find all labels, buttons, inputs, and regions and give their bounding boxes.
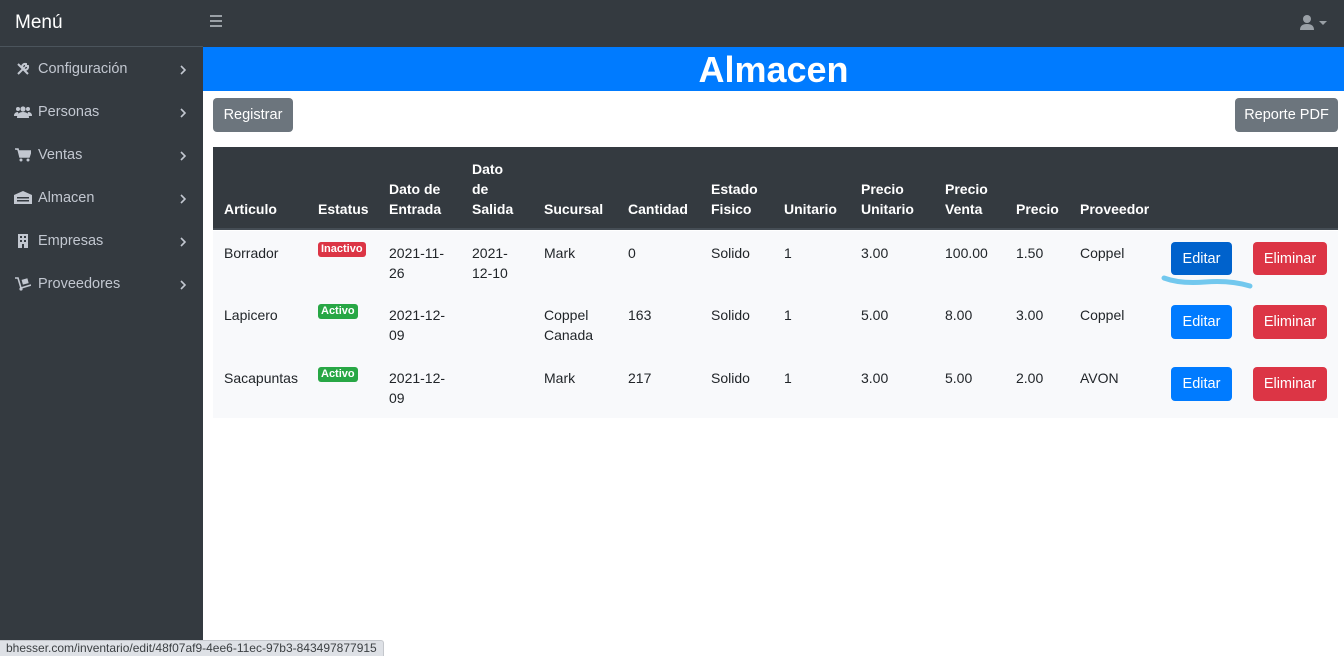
- cell-cantidad: 0: [628, 245, 636, 261]
- sidebar: Configuración Personas Ventas Almacen Em…: [0, 47, 203, 656]
- cell-unitario: 1: [784, 370, 792, 386]
- building-icon: [14, 233, 32, 248]
- column-header: Unitario: [784, 201, 837, 217]
- brand-title: Menú: [0, 0, 203, 47]
- cell-sucursal: Mark: [544, 245, 576, 261]
- table-header: Articulo Estatus Dato de Entrada Dato de…: [213, 147, 1338, 230]
- chevron-right-icon: [180, 105, 187, 121]
- column-header: Estatus: [318, 201, 369, 217]
- column-header: Proveedor: [1080, 201, 1150, 217]
- chevron-right-icon: [180, 62, 187, 78]
- chevron-right-icon: [180, 234, 187, 250]
- sidebar-item-personas[interactable]: Personas: [0, 90, 203, 133]
- cart-icon: [14, 147, 32, 162]
- cell-proveedor: Coppel: [1080, 307, 1125, 323]
- edit-button[interactable]: Editar: [1171, 367, 1232, 401]
- cell-cantidad: 217: [628, 370, 652, 386]
- highlight-stroke: [1161, 275, 1253, 289]
- hamburger-menu-icon[interactable]: [210, 15, 222, 29]
- caret-down-icon: [1319, 21, 1327, 25]
- cell-precio: 3.00: [1016, 307, 1044, 323]
- sidebar-item-ventas[interactable]: Ventas: [0, 133, 203, 176]
- sidebar-item-almacen[interactable]: Almacen: [0, 176, 203, 219]
- cell-precio: 1.50: [1016, 245, 1044, 261]
- cell-entrada: 2021-11-26: [389, 245, 445, 281]
- report-pdf-button[interactable]: Reporte PDF: [1235, 98, 1338, 132]
- cell-proveedor: AVON: [1080, 370, 1119, 386]
- chevron-right-icon: [180, 148, 187, 164]
- table-row: Lapicero Activo 2021-12-09 Coppel Canada…: [213, 294, 1338, 356]
- column-header: Articulo: [224, 201, 277, 217]
- page-title: Almacen: [203, 47, 1344, 91]
- table-row: Sacapuntas Activo 2021-12-09 Mark 217 So…: [213, 356, 1338, 418]
- sidebar-item-empresas[interactable]: Empresas: [0, 219, 203, 262]
- column-header: Dato de Entrada: [389, 181, 442, 217]
- cell-articulo: Borrador: [224, 245, 279, 261]
- cell-proveedor: Coppel: [1080, 245, 1125, 261]
- chevron-right-icon: [180, 191, 187, 207]
- delete-button[interactable]: Eliminar: [1253, 305, 1327, 339]
- sidebar-item-label: Empresas: [38, 232, 104, 249]
- cell-precio-venta: 100.00: [945, 245, 988, 261]
- cell-articulo: Lapicero: [224, 307, 278, 323]
- cell-precio-unitario: 5.00: [861, 307, 889, 323]
- edit-button[interactable]: Editar: [1171, 305, 1232, 339]
- cell-estado: Solido: [711, 370, 750, 386]
- sidebar-item-label: Proveedores: [38, 275, 121, 292]
- column-header: Precio: [1016, 201, 1059, 217]
- sidebar-item-label: Configuración: [38, 60, 128, 77]
- user-menu[interactable]: [1300, 14, 1330, 32]
- cell-precio-venta: 5.00: [945, 370, 973, 386]
- cell-cantidad: 163: [628, 307, 652, 323]
- warehouse-icon: [14, 191, 32, 205]
- cell-salida: 2021-12-10: [472, 245, 508, 281]
- cell-sucursal: Mark: [544, 370, 576, 386]
- column-header: Sucursal: [544, 201, 604, 217]
- cell-precio-unitario: 3.00: [861, 245, 889, 261]
- status-badge: Activo: [318, 304, 358, 319]
- chevron-right-icon: [180, 277, 187, 293]
- sidebar-item-label: Almacen: [38, 189, 95, 206]
- cell-entrada: 2021-12-09: [389, 307, 446, 343]
- users-icon: [14, 105, 32, 119]
- sidebar-item-label: Personas: [38, 103, 100, 120]
- delete-button[interactable]: Eliminar: [1253, 367, 1327, 401]
- register-button[interactable]: Registrar: [213, 98, 293, 132]
- column-header: Precio Unitario: [861, 181, 914, 217]
- cell-articulo: Sacapuntas: [224, 370, 298, 386]
- cell-precio: 2.00: [1016, 370, 1044, 386]
- delete-button[interactable]: Eliminar: [1253, 242, 1327, 275]
- column-header: Precio Venta: [945, 181, 988, 217]
- tools-icon: [14, 62, 32, 76]
- cell-precio-venta: 8.00: [945, 307, 973, 323]
- cell-sucursal: Coppel Canada: [544, 307, 594, 343]
- cell-estado: Solido: [711, 245, 750, 261]
- cell-precio-unitario: 3.00: [861, 370, 889, 386]
- sidebar-item-configuracion[interactable]: Configuración: [0, 47, 203, 90]
- column-header: Estado Fisico: [711, 181, 758, 217]
- sidebar-item-label: Ventas: [38, 146, 83, 163]
- column-header: Cantidad: [628, 201, 688, 217]
- sidebar-item-proveedores[interactable]: Proveedores: [0, 262, 203, 305]
- cell-estado: Solido: [711, 307, 750, 323]
- column-header: Dato de Salida: [472, 161, 514, 217]
- cell-unitario: 1: [784, 307, 792, 323]
- status-badge: Inactivo: [318, 242, 366, 257]
- user-icon: [1300, 15, 1327, 30]
- dolly-icon: [14, 276, 32, 291]
- status-badge: Activo: [318, 367, 358, 382]
- cell-unitario: 1: [784, 245, 792, 261]
- cell-entrada: 2021-12-09: [389, 370, 446, 406]
- browser-status-url: bhesser.com/inventario/edit/48f07af9-4ee…: [0, 640, 384, 656]
